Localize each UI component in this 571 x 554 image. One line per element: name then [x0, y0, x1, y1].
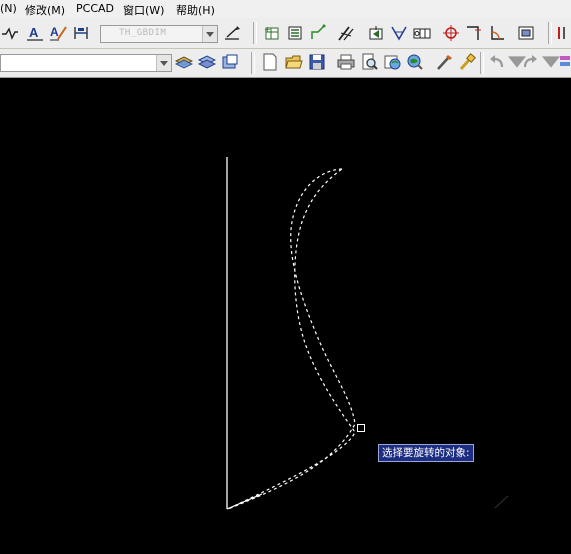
svg-text:A: A	[29, 25, 39, 40]
overflow-icon[interactable]	[555, 52, 571, 72]
redo-icon[interactable]	[520, 52, 540, 72]
angle-dim-icon[interactable]	[487, 23, 507, 43]
chevron-down-icon[interactable]	[156, 55, 171, 71]
base-line[interactable]	[226, 493, 263, 510]
menu-item-help[interactable]: 帮助(H)	[176, 2, 215, 18]
toolbar-separator	[251, 52, 255, 74]
preview-icon[interactable]	[359, 52, 379, 72]
dimension-toolbar: A A TH_GBDIM +	[0, 18, 571, 49]
polyline-edit-icon[interactable]	[308, 23, 328, 43]
menu-bar: (N) 修改(M) PCCAD 窗口(W) 帮助(H)	[0, 0, 571, 18]
layer-iso-icon[interactable]	[220, 52, 240, 72]
block-insert-icon[interactable]	[366, 23, 386, 43]
publish-icon[interactable]	[382, 52, 402, 72]
design-center-icon[interactable]	[405, 52, 425, 72]
dim-style-update-icon[interactable]	[222, 23, 242, 43]
drawing-canvas[interactable]	[0, 78, 571, 554]
grip-box-icon	[357, 424, 365, 432]
table-icon[interactable]	[285, 23, 305, 43]
print-icon[interactable]	[336, 52, 356, 72]
menu-item-draw[interactable]: (N)	[0, 2, 17, 15]
toolbar-separator	[548, 22, 552, 44]
open-file-icon[interactable]	[284, 52, 304, 72]
dim-style-combo[interactable]: TH_GBDIM	[100, 25, 218, 43]
match-prop-icon[interactable]	[434, 52, 454, 72]
frame-icon[interactable]	[516, 23, 536, 43]
command-prompt-tooltip: 选择要旋转的对象:	[378, 444, 474, 462]
menu-item-pccad[interactable]: PCCAD	[76, 2, 114, 15]
dim-style-value: TH_GBDIM	[119, 28, 167, 38]
center-mark-icon[interactable]	[464, 23, 484, 43]
undo-icon[interactable]	[487, 52, 507, 72]
surface-finish-icon[interactable]	[389, 23, 409, 43]
leader-icon[interactable]: A	[48, 23, 68, 43]
svg-text:+: +	[264, 25, 271, 34]
balloon-icon[interactable]: +	[262, 23, 282, 43]
brush-icon[interactable]	[457, 52, 477, 72]
layer-combo[interactable]	[0, 54, 172, 72]
selected-profile[interactable]	[227, 168, 356, 510]
overflow-icon[interactable]	[554, 23, 571, 43]
save-icon[interactable]	[307, 52, 327, 72]
toolbar-separator	[480, 52, 484, 74]
toolbar-separator	[253, 22, 257, 44]
svg-text:A: A	[50, 25, 59, 39]
layer-state-icon[interactable]	[197, 52, 217, 72]
datum-icon[interactable]	[441, 23, 461, 43]
layer-manager-icon[interactable]	[174, 52, 194, 72]
trim-icon[interactable]	[336, 23, 356, 43]
cursor-trail	[494, 495, 509, 509]
tolerance-icon[interactable]	[412, 23, 432, 43]
menu-item-modify[interactable]: 修改(M)	[25, 2, 65, 18]
standard-toolbar	[0, 49, 571, 78]
text-style-icon[interactable]: A	[25, 23, 45, 43]
menu-item-window[interactable]: 窗口(W)	[123, 2, 164, 18]
linear-dim-icon[interactable]	[0, 23, 20, 43]
drawing-entities	[226, 157, 509, 510]
dim-break-icon[interactable]	[71, 23, 91, 43]
new-file-icon[interactable]	[260, 52, 280, 72]
chevron-down-icon[interactable]	[202, 26, 217, 42]
